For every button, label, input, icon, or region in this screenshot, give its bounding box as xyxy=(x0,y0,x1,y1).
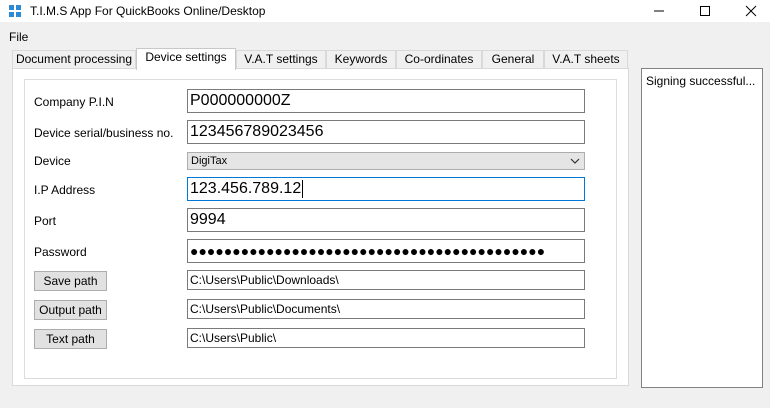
ip-address-label: I.P Address xyxy=(34,183,96,197)
save-path-field[interactable]: C:\Users\Public\Downloads\ xyxy=(187,270,585,290)
port-label: Port xyxy=(34,214,57,228)
menu-bar: File xyxy=(0,28,770,46)
device-select-value: DigiTax xyxy=(191,155,228,167)
company-pin-field[interactable]: P000000000Z xyxy=(187,89,585,113)
text-path-field[interactable]: C:\Users\Public\ xyxy=(187,328,585,348)
output-path-button[interactable]: Output path xyxy=(34,300,107,320)
tab-vat-sheets[interactable]: V.A.T sheets xyxy=(544,50,628,69)
maximize-button[interactable] xyxy=(682,0,727,22)
tab-vat-settings[interactable]: V.A.T settings xyxy=(236,50,326,69)
settings-group: Company P.I.N P000000000Z Device serial/… xyxy=(24,79,617,379)
tab-general[interactable]: General xyxy=(482,50,544,69)
window-title: T.I.M.S App For QuickBooks Online/Deskto… xyxy=(30,4,266,18)
tab-coordinates[interactable]: Co-ordinates xyxy=(396,50,482,69)
save-path-button[interactable]: Save path xyxy=(34,271,107,291)
device-select[interactable]: DigiTax xyxy=(187,152,585,170)
app-logo-icon xyxy=(9,5,21,17)
password-label: Password xyxy=(34,245,87,259)
tab-strip: Document processing Device settings V.A.… xyxy=(0,48,640,70)
status-log[interactable]: Signing successful... xyxy=(641,68,763,388)
ip-address-value: 123.456.789.12 xyxy=(190,180,302,197)
tab-document-processing[interactable]: Document processing xyxy=(12,50,136,69)
port-field[interactable]: 9994 xyxy=(187,208,585,232)
status-text: Signing successful... xyxy=(646,74,756,88)
title-bar: T.I.M.S App For QuickBooks Online/Deskto… xyxy=(0,0,770,22)
device-serial-label: Device serial/business no. xyxy=(34,126,174,140)
close-icon xyxy=(745,5,756,17)
device-settings-panel: Company P.I.N P000000000Z Device serial/… xyxy=(12,68,629,386)
menu-file[interactable]: File xyxy=(9,30,28,44)
maximize-icon xyxy=(699,6,710,16)
text-path-button[interactable]: Text path xyxy=(34,329,107,349)
tab-device-settings[interactable]: Device settings xyxy=(136,48,236,70)
device-serial-field[interactable]: 123456789023456 xyxy=(187,120,585,144)
tab-keywords[interactable]: Keywords xyxy=(326,50,396,69)
output-path-field[interactable]: C:\Users\Public\Documents\ xyxy=(187,299,585,319)
chevron-down-icon xyxy=(570,158,580,164)
minimize-icon xyxy=(653,10,664,12)
device-label: Device xyxy=(34,154,71,168)
text-caret xyxy=(302,179,304,198)
ip-address-field[interactable]: 123.456.789.12 xyxy=(187,177,585,201)
minimize-button[interactable] xyxy=(636,0,681,22)
password-field[interactable]: ●●●●●●●●●●●●●●●●●●●●●●●●●●●●●●●●●●●●●●●●… xyxy=(187,239,585,263)
company-pin-label: Company P.I.N xyxy=(34,95,114,109)
close-button[interactable] xyxy=(728,0,770,22)
